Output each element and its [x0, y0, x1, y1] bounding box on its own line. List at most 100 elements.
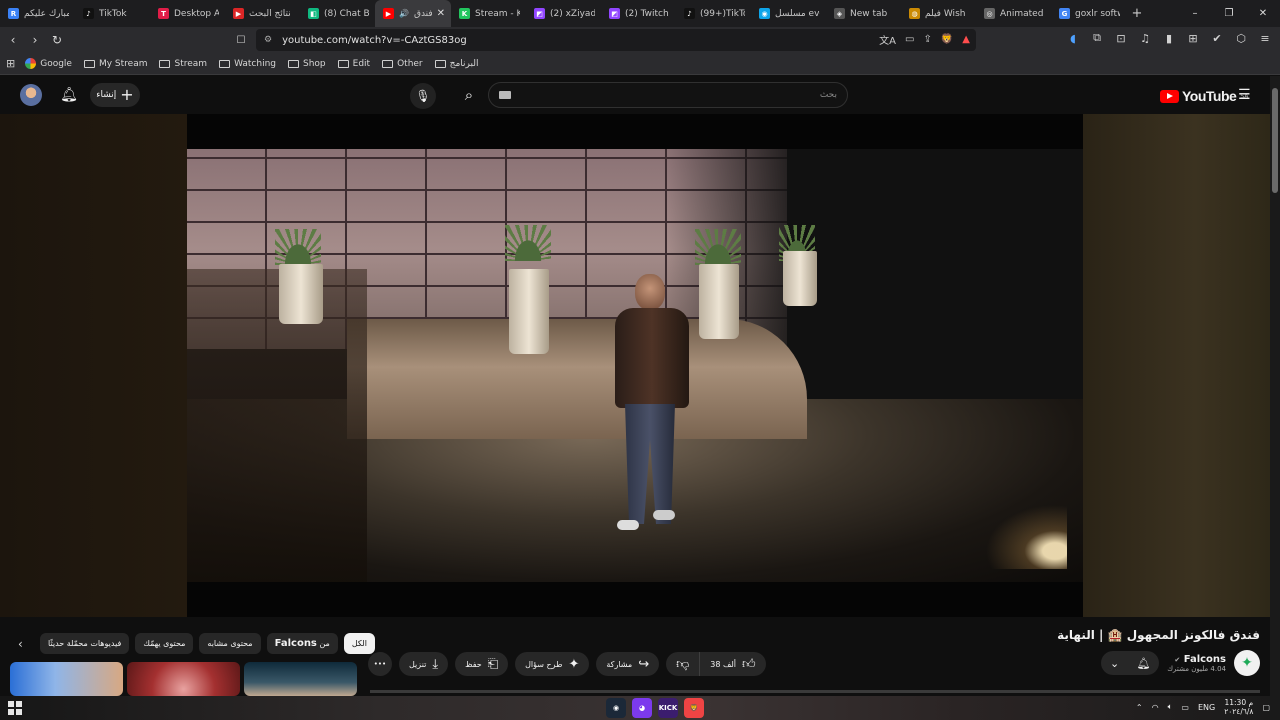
chip-all[interactable]: الكل — [343, 633, 375, 654]
forward-button[interactable]: › — [24, 29, 46, 51]
apps-grid-icon[interactable]: ⊞ — [6, 57, 15, 70]
taskbar-app-icon[interactable]: ◉ — [606, 698, 626, 718]
channel-avatar[interactable]: ✦ — [1234, 650, 1260, 676]
chevron-left-icon[interactable]: ‹ — [18, 637, 34, 651]
tab-favicon-icon: ◩ — [534, 8, 545, 19]
browser-tab[interactable]: T Desktop Ap — [150, 0, 225, 27]
browser-tab[interactable]: ▶ نتائج البحث — [225, 0, 300, 27]
account-avatar[interactable] — [20, 84, 42, 106]
minimize-button[interactable]: – — [1178, 0, 1212, 27]
taskbar-app-icon[interactable]: 🦁 — [684, 698, 704, 718]
page-scrollbar[interactable] — [1270, 76, 1280, 696]
bookmark-item[interactable]: Edit — [337, 58, 371, 69]
keyboard-icon[interactable] — [499, 91, 511, 99]
taskbar-app-icon[interactable]: KICK — [658, 698, 678, 718]
related-video-thumbnail[interactable] — [244, 662, 357, 696]
search-input[interactable]: بحث — [488, 82, 848, 108]
more-actions-button[interactable]: ••• — [368, 652, 392, 676]
pinned-apps: ◉ ◕ KICK 🦁 — [606, 698, 704, 718]
restore-button[interactable]: ❐ — [1212, 0, 1246, 27]
dislike-button[interactable]: 👎︎ — [666, 652, 701, 676]
bookmark-item[interactable]: البرنامج — [434, 59, 478, 69]
bookmark-item[interactable]: Other — [382, 59, 423, 69]
start-button[interactable] — [8, 701, 22, 715]
bookmark-item[interactable]: Watching — [219, 59, 276, 69]
browser-tab[interactable]: ◉ مسلسل evel — [751, 0, 826, 27]
notifications-bell-icon[interactable]: 🔔︎ — [60, 85, 78, 105]
music-icon[interactable]: ♫ — [1138, 32, 1152, 45]
create-button[interactable]: إنشاء + — [90, 83, 140, 107]
channel-name[interactable]: Falcons ✔ — [1167, 654, 1226, 665]
tray-overflow-icon[interactable]: ⌃ — [1136, 703, 1143, 712]
browser-tab[interactable]: ▶ 🔊 فندق ✕ — [375, 0, 451, 27]
search-button[interactable]: ⌕ — [450, 82, 488, 108]
related-video-thumbnail[interactable] — [10, 662, 123, 696]
browser-tab[interactable]: ♪ TikTok — [75, 0, 150, 27]
chip-recent[interactable]: فيديوهات محمّلة حديثًا — [40, 633, 130, 654]
browser-tab[interactable]: K Stream - Ki — [451, 0, 526, 27]
volume-icon[interactable]: 🔈︎ — [1168, 702, 1173, 712]
share-button[interactable]: مشاركة ↪ — [596, 652, 660, 676]
bookmark-item[interactable]: Google — [25, 58, 72, 69]
clock[interactable]: 11:30 م ٢٠٢٤/٦/٨ — [1224, 698, 1253, 716]
bookmark-page-icon[interactable]: ☐ — [230, 29, 252, 51]
close-window-button[interactable]: ✕ — [1246, 0, 1280, 27]
notifications-icon[interactable]: ▢ — [1262, 703, 1270, 712]
ask-button[interactable]: طرح سؤال ✦ — [515, 652, 590, 676]
bookmark-item[interactable]: Stream — [159, 59, 207, 69]
browser-tab[interactable]: ◧ (8) Chat Bo — [300, 0, 375, 27]
sidebar-icon[interactable]: ▮ — [1162, 32, 1176, 45]
tab-favicon-icon: ♪ — [83, 8, 94, 19]
guide-menu-icon[interactable]: ☰ — [1238, 87, 1251, 103]
video-player[interactable] — [187, 114, 1083, 617]
shield-icon[interactable]: ⬡ — [1234, 32, 1248, 45]
vpn-icon[interactable]: ✔ — [1210, 32, 1224, 45]
bookmark-label: Edit — [352, 58, 371, 69]
menu-icon[interactable]: ≡ — [1258, 32, 1272, 45]
chip-for-you[interactable]: محتوى يهمّك — [135, 633, 194, 654]
translate-icon[interactable]: 文A — [879, 32, 896, 47]
subscription-button[interactable]: ⌄ 🔔︎ — [1101, 651, 1160, 675]
extensions-puzzle-icon[interactable]: ⧉ — [1090, 31, 1104, 45]
ambient-right — [1083, 114, 1270, 617]
folder-icon — [159, 59, 171, 68]
reload-button[interactable]: ↻ — [46, 29, 68, 51]
new-tab-button[interactable]: + — [1126, 0, 1148, 27]
browser-tab[interactable]: Ggoxlr softw — [1051, 0, 1126, 27]
brave-rewards-icon[interactable]: ▲ — [962, 34, 970, 45]
brave-shields-icon[interactable]: 🦁 — [941, 34, 953, 45]
tab-close-icon[interactable]: ✕ — [437, 8, 445, 19]
browser-tab[interactable]: ◩ (2) Twitch — [601, 0, 676, 27]
address-bar[interactable]: ⚙ youtube.com/watch?v=-CAztGS83og 文A ▭ ⇪… — [256, 29, 976, 51]
tab-audio-icon[interactable]: 🔊 — [399, 9, 409, 18]
download-button[interactable]: تنزيل ⤓ — [399, 652, 449, 676]
like-button[interactable]: 38 ألف 👍︎ — [700, 652, 766, 676]
browser-tab[interactable]: ◩ (2) xZiyad - — [526, 0, 601, 27]
browser-tab[interactable]: R مبارك عليكم — [0, 0, 75, 27]
browser-tab[interactable]: ◍ فيلم Wish — [901, 0, 976, 27]
save-button[interactable]: حفظ ⎗ — [455, 652, 509, 676]
language-indicator[interactable]: ENG — [1198, 703, 1215, 712]
browser-tab[interactable]: ◈ New tab — [826, 0, 901, 27]
taskbar-app-icon[interactable]: ◕ — [632, 698, 652, 718]
bookmark-item[interactable]: My Stream — [83, 59, 147, 69]
youtube-logo[interactable]: YouTube SA — [1160, 88, 1248, 104]
screenshot-icon[interactable]: ⊡ — [1114, 32, 1128, 45]
bookmark-item[interactable]: Shop — [288, 59, 326, 69]
scrollbar-thumb[interactable] — [1272, 88, 1278, 193]
audio-icon[interactable]: ◖ — [1066, 32, 1080, 45]
cast-icon[interactable]: ▭ — [905, 34, 914, 45]
share-icon[interactable]: ⇪ — [923, 34, 931, 45]
chip-related[interactable]: محتوى مشابه — [199, 633, 261, 654]
wifi-icon[interactable]: ◠ — [1152, 703, 1159, 712]
wallet-icon[interactable]: ⊞ — [1186, 32, 1200, 45]
related-video-thumbnail[interactable] — [127, 662, 240, 696]
browser-tab[interactable]: ◎ Animated G — [976, 0, 1051, 27]
voice-search-mic-icon[interactable]: 🎙︎ — [410, 83, 436, 109]
back-button[interactable]: ‹ — [2, 29, 24, 51]
like-dislike-group: 👎︎ 38 ألف 👍︎ — [666, 652, 766, 676]
browser-tab[interactable]: ♪ (99+)TikTok — [676, 0, 751, 27]
site-info-icon[interactable]: ⚙ — [264, 35, 272, 45]
battery-icon[interactable]: ▭ — [1181, 703, 1189, 712]
chip-from-channel[interactable]: Falcons من — [266, 633, 338, 654]
